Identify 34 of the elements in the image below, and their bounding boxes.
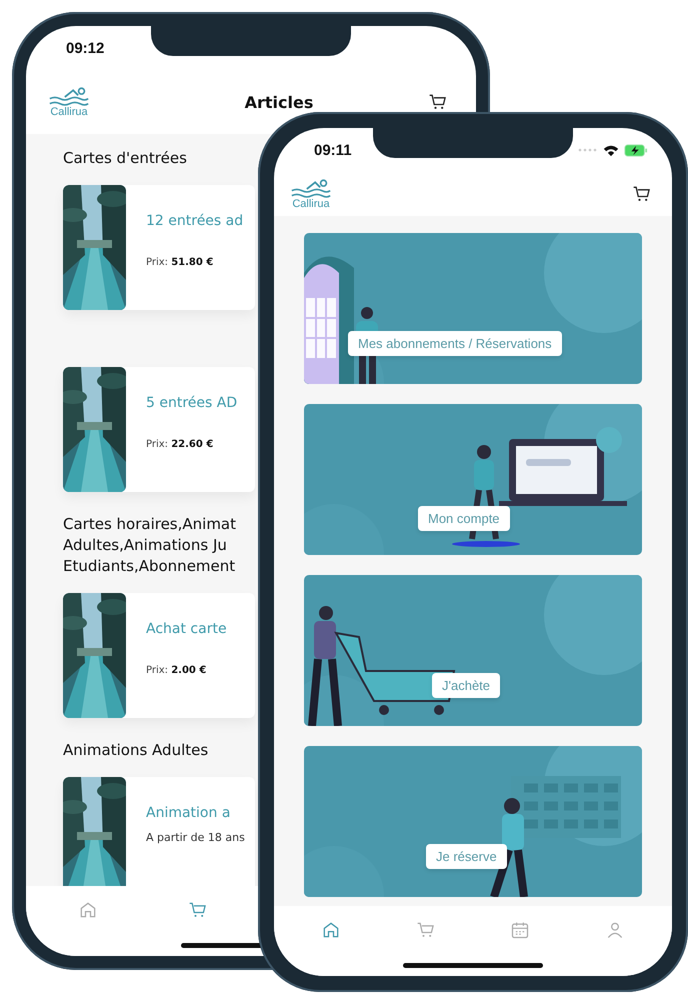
article-name: Achat carte xyxy=(146,621,227,637)
logo-text: Callirua xyxy=(50,106,88,118)
article-name: 5 entrées AD xyxy=(146,395,238,411)
article-card[interactable]: 5 entrées AD Prix: 22.60 € xyxy=(63,367,255,492)
battery-icon xyxy=(624,144,648,156)
swimmer-logo-icon xyxy=(290,178,332,198)
logo-text: Callirua xyxy=(292,198,330,210)
article-card[interactable]: Animation a A partir de 18 ans xyxy=(63,777,255,886)
swimmer-logo-icon xyxy=(48,86,90,106)
cart-icon[interactable] xyxy=(632,184,652,204)
article-name: Animation a xyxy=(146,805,232,821)
signal-icon xyxy=(578,147,598,153)
article-price: Prix: 51.80 € xyxy=(146,257,214,268)
section-title: Animations Adultes xyxy=(63,740,208,761)
home-icon[interactable] xyxy=(78,900,98,920)
cart-icon[interactable] xyxy=(428,92,448,112)
article-card[interactable]: Achat carte Prix: 2.00 € xyxy=(63,593,255,718)
banner-label: Je réserve xyxy=(426,844,507,869)
home-icon[interactable] xyxy=(321,920,342,940)
article-price: Prix: 22.60 € xyxy=(146,439,214,450)
article-card[interactable]: 12 entrées ad Prix: 51.80 € xyxy=(63,185,255,310)
section-title: Cartes d'entrées xyxy=(63,148,187,169)
status-time: 09:11 xyxy=(314,142,352,158)
banner-label: J'achète xyxy=(432,673,500,698)
page-title: Articles xyxy=(244,92,314,112)
status-time: 09:12 xyxy=(66,40,104,56)
banner-label: Mes abonnements / Réservations xyxy=(348,331,562,356)
wifi-icon xyxy=(603,144,619,156)
section-title: Cartes horaires,Animat Adultes,Animations Ju Etudiants,Abonnement xyxy=(63,514,236,577)
article-name: 12 entrées ad xyxy=(146,213,244,229)
calendar-icon[interactable] xyxy=(510,920,530,940)
banner-label: Mon compte xyxy=(418,506,510,531)
article-subtitle: A partir de 18 ans xyxy=(146,831,245,844)
article-price: Prix: 2.00 € xyxy=(146,665,208,676)
